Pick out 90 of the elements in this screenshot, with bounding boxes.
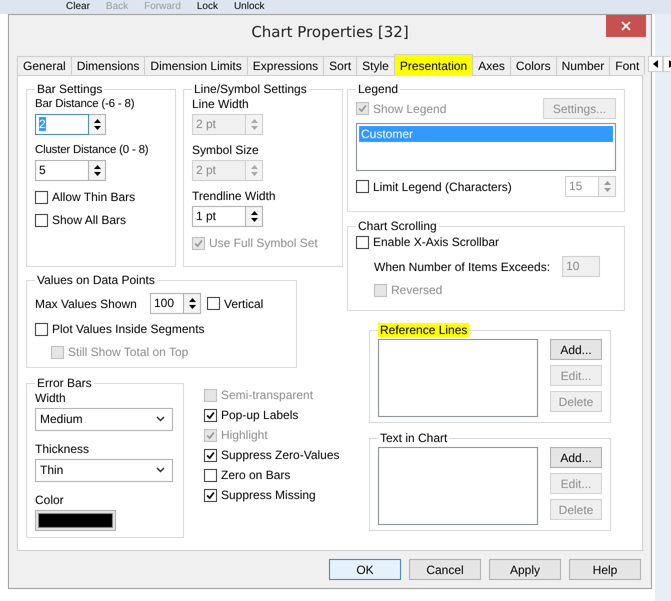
list-button[interactable]: Add...: [550, 447, 602, 468]
spin-buttons[interactable]: [246, 206, 263, 227]
group-title: Reference Lines: [378, 323, 470, 337]
down-arrow-icon: [94, 126, 100, 130]
down-arrow-icon: [188, 305, 196, 310]
up-arrow-icon: [250, 164, 258, 169]
checkbox-label: Pop-up Labels: [221, 408, 298, 422]
down-arrow-icon: [250, 126, 258, 130]
checkbox-label: Suppress Missing: [221, 488, 316, 502]
group-title: Error Bars: [36, 376, 93, 390]
checkbox-label: Vertical: [224, 296, 264, 310]
toolbar-button[interactable]: Unlock: [228, 1, 271, 13]
checkbox[interactable]: [35, 322, 48, 336]
field-label: Thickness: [35, 440, 90, 457]
tab[interactable]: Presentation: [394, 54, 474, 76]
spin-buttons[interactable]: [184, 293, 201, 314]
window-title: Chart Properties [32]: [250, 22, 410, 41]
field-label: When Number of Items Exceeds:: [374, 258, 550, 274]
up-arrow-icon: [94, 164, 100, 169]
spin-buttons[interactable]: [89, 160, 106, 181]
checkbox-label: Show All Bars: [52, 213, 126, 227]
checkbox[interactable]: [356, 236, 369, 248]
checkbox-label: Still Show Total on Top: [68, 345, 188, 359]
field-label: Trendline Width: [192, 188, 277, 204]
dropdown[interactable]: Thin: [35, 458, 173, 482]
checkbox-label: Reversed: [391, 283, 442, 297]
checkbox[interactable]: [35, 190, 48, 204]
left-arrow-icon: [652, 60, 659, 68]
dialog-button[interactable]: Cancel: [409, 559, 481, 580]
checkbox[interactable]: [356, 180, 369, 193]
up-arrow-icon: [188, 298, 196, 302]
list-button[interactable]: Add...: [550, 339, 602, 360]
checkbox-label: Limit Legend (Characters): [373, 180, 512, 194]
group-title: Chart Scrolling: [357, 219, 438, 233]
group-title: Line/Symbol Settings: [193, 82, 308, 96]
checkbox-label: Plot Values Inside Segments: [52, 322, 205, 336]
number-field[interactable]: 5: [35, 160, 89, 181]
down-arrow-icon: [604, 188, 610, 192]
close-icon: [621, 21, 631, 31]
toolbar-button[interactable]: Clear: [60, 1, 96, 13]
tab[interactable]: General: [17, 56, 72, 75]
checkbox-label: Highlight: [221, 428, 268, 442]
field-label: Line Width: [192, 96, 250, 112]
dialog-button[interactable]: Help: [569, 559, 641, 580]
field-label: Symbol Size: [192, 142, 260, 158]
dialog-button[interactable]: OK: [329, 559, 401, 580]
checkbox-label: Show Legend: [373, 102, 446, 116]
group-title: Text in Chart: [379, 431, 448, 445]
checkbox-label: Semi-transparent: [221, 388, 314, 402]
field-label: Color: [35, 492, 65, 508]
checkbox-label: Suppress Zero-Values: [221, 448, 340, 462]
tab[interactable]: Style: [356, 56, 395, 75]
field-label: Max Values Shown: [35, 296, 138, 312]
up-arrow-icon: [604, 180, 610, 185]
number-field[interactable]: 1 pt: [192, 206, 246, 227]
group-title: Legend: [357, 82, 400, 96]
group-title: Bar Settings: [36, 82, 104, 96]
chevron-down-icon: [156, 467, 165, 474]
scroll-left-button[interactable]: [648, 56, 664, 72]
number-field[interactable]: 100: [150, 293, 184, 314]
down-arrow-icon: [250, 172, 258, 176]
group-title: Values on Data Points: [36, 273, 156, 287]
up-arrow-icon: [250, 118, 258, 123]
up-arrow-icon: [94, 118, 100, 123]
up-arrow-icon: [250, 210, 258, 215]
dialog-button[interactable]: Apply: [489, 559, 561, 580]
field-label: Width: [35, 390, 67, 406]
checkbox[interactable]: [35, 214, 48, 226]
field-label: Cluster Distance (0 - 8): [35, 143, 150, 158]
checkbox[interactable]: [204, 408, 217, 422]
dropdown[interactable]: Medium: [35, 408, 173, 431]
toolbar-button[interactable]: Lock: [190, 1, 224, 13]
checkbox[interactable]: [204, 488, 217, 502]
checkbox[interactable]: [207, 297, 220, 310]
chevron-down-icon: [156, 416, 165, 422]
checkbox-label: Allow Thin Bars: [52, 190, 136, 204]
close-button[interactable]: [606, 15, 646, 37]
down-arrow-icon: [94, 172, 100, 176]
checkbox-label: Zero on Bars: [221, 468, 290, 482]
tab[interactable]: Expressions: [246, 56, 324, 75]
checkbox-label: Use Full Symbol Set: [209, 236, 318, 250]
list-box[interactable]: [378, 339, 538, 417]
checkbox[interactable]: [204, 468, 217, 482]
tab[interactable]: Font: [609, 56, 646, 75]
checkbox-label: Enable X-Axis Scrollbar: [373, 235, 500, 249]
checkbox[interactable]: [204, 448, 217, 462]
spin-buttons[interactable]: [89, 114, 106, 135]
field-label: Bar Distance (-6 - 8): [35, 97, 136, 112]
list-box[interactable]: [378, 447, 538, 525]
down-arrow-icon: [250, 218, 258, 222]
